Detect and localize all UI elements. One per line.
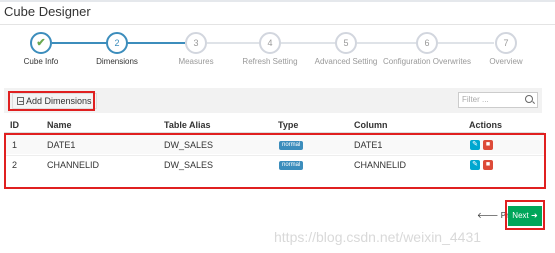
- wizard-step-dimensions[interactable]: 2 Dimensions: [72, 32, 162, 66]
- step-number: 5: [335, 32, 357, 54]
- wizard-step-label: Overview: [489, 57, 523, 66]
- arrow-left-icon: 🡐: [477, 211, 501, 220]
- step-number: 7: [495, 32, 517, 54]
- step-number: 2: [106, 32, 128, 54]
- wizard-step-configuration-overwrites[interactable]: 6 Configuration Overwrites: [382, 32, 472, 66]
- search-icon[interactable]: [525, 95, 533, 103]
- step-number: 6: [416, 32, 438, 54]
- wizard-step-label: Dimensions: [96, 57, 138, 66]
- wizard-step-label: Configuration Overwrites: [382, 57, 472, 66]
- column-header-actions: Actions: [469, 120, 503, 130]
- wizard-step-label: Advanced Setting: [314, 57, 378, 66]
- column-header-column: Column: [354, 120, 388, 130]
- wizard-step-advanced-setting[interactable]: 5 Advanced Setting: [301, 32, 391, 66]
- column-header-id: ID: [10, 120, 19, 130]
- top-border: [0, 0, 555, 2]
- highlight-next-button: [505, 200, 545, 230]
- highlight-table-rows: [4, 133, 546, 189]
- column-header-name: Name: [47, 120, 72, 130]
- title-divider: [0, 24, 555, 25]
- column-header-type: Type: [278, 120, 299, 130]
- wizard-step-overview[interactable]: 7 Overview: [461, 32, 551, 66]
- watermark: https://blog.csdn.net/weixin_4431: [274, 229, 482, 245]
- highlight-add-button: [8, 91, 95, 111]
- page-title: Cube Designer: [4, 4, 91, 19]
- column-header-table-alias: Table Alias: [164, 120, 211, 130]
- step-number: 3: [185, 32, 207, 54]
- check-icon: ✔: [30, 32, 52, 54]
- step-number: 4: [259, 32, 281, 54]
